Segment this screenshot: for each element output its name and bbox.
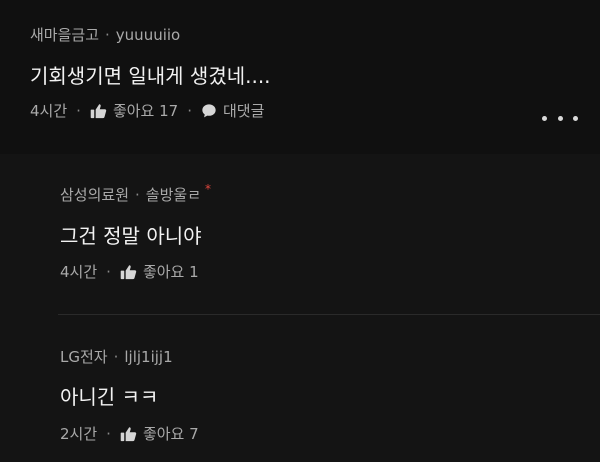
reply-meta: LG전자 · ljlj1ijj1 [60, 346, 173, 367]
like-button[interactable]: 좋아요 17 [90, 100, 178, 121]
reply-time: 4시간 [60, 263, 98, 281]
thumbs-up-icon [120, 426, 137, 442]
more-options-icon [542, 115, 547, 121]
meta-separator: · [105, 25, 110, 44]
reply-actions: 2시간 · 좋아요 7 [60, 423, 199, 444]
author-username[interactable]: 솔방울ㄹ [146, 184, 201, 205]
replies-section: 삼성의료원 · 솔방울ㄹ * 그건 정말 아니야 4시간 · 좋아요 1 LG전… [0, 154, 600, 462]
thumbs-up-icon [90, 103, 107, 119]
like-button[interactable]: 좋아요 7 [120, 423, 199, 444]
more-options-icon-dot [557, 115, 563, 121]
more-options-icon-dot [573, 115, 578, 121]
reply-time: 2시간 [60, 425, 98, 443]
meta-separator: · [113, 347, 119, 366]
chat-bubble-icon [201, 103, 217, 119]
comment-meta: 새마을금고 · yuuuuiio [30, 24, 180, 45]
action-separator: · [106, 424, 111, 443]
like-count: 좋아요 17 [112, 102, 179, 120]
reply-divider [58, 314, 600, 315]
author-company[interactable]: 새마을금고 [30, 24, 99, 45]
thumbs-up-icon [120, 264, 137, 280]
author-username[interactable]: yuuuuiio [116, 26, 180, 44]
author-company[interactable]: LG전자 [60, 346, 108, 367]
reply-meta: 삼성의료원 · 솔방울ㄹ * [60, 181, 211, 205]
reply-label: 대댓글 [222, 102, 265, 120]
author-company[interactable]: 삼성의료원 [60, 184, 129, 205]
comment-actions: 4시간 · 좋아요 17 · 대댓글 [30, 100, 264, 121]
meta-separator: · [135, 185, 140, 204]
like-button[interactable]: 좋아요 1 [120, 261, 199, 282]
comment-main: 새마을금고 · yuuuuiio 기회생기면 일내게 생겼네.... 4시간 ·… [0, 0, 600, 154]
action-separator: · [106, 262, 111, 281]
author-username[interactable]: ljlj1ijj1 [124, 348, 172, 366]
reply-text: 아니긴 ㅋㅋ [60, 385, 159, 409]
verified-mark: * [205, 181, 211, 196]
reply-actions: 4시간 · 좋아요 1 [60, 261, 199, 282]
comment-text: 기회생기면 일내게 생겼네.... [30, 64, 271, 88]
comment-time: 4시간 [30, 102, 68, 120]
reply-text: 그건 정말 아니야 [60, 224, 202, 248]
reply-button[interactable]: 대댓글 [201, 100, 264, 121]
like-count: 좋아요 1 [142, 263, 199, 281]
action-separator: · [187, 101, 192, 120]
action-separator: · [76, 101, 81, 120]
more-options-button[interactable] [542, 108, 578, 128]
like-count: 좋아요 7 [142, 425, 199, 443]
